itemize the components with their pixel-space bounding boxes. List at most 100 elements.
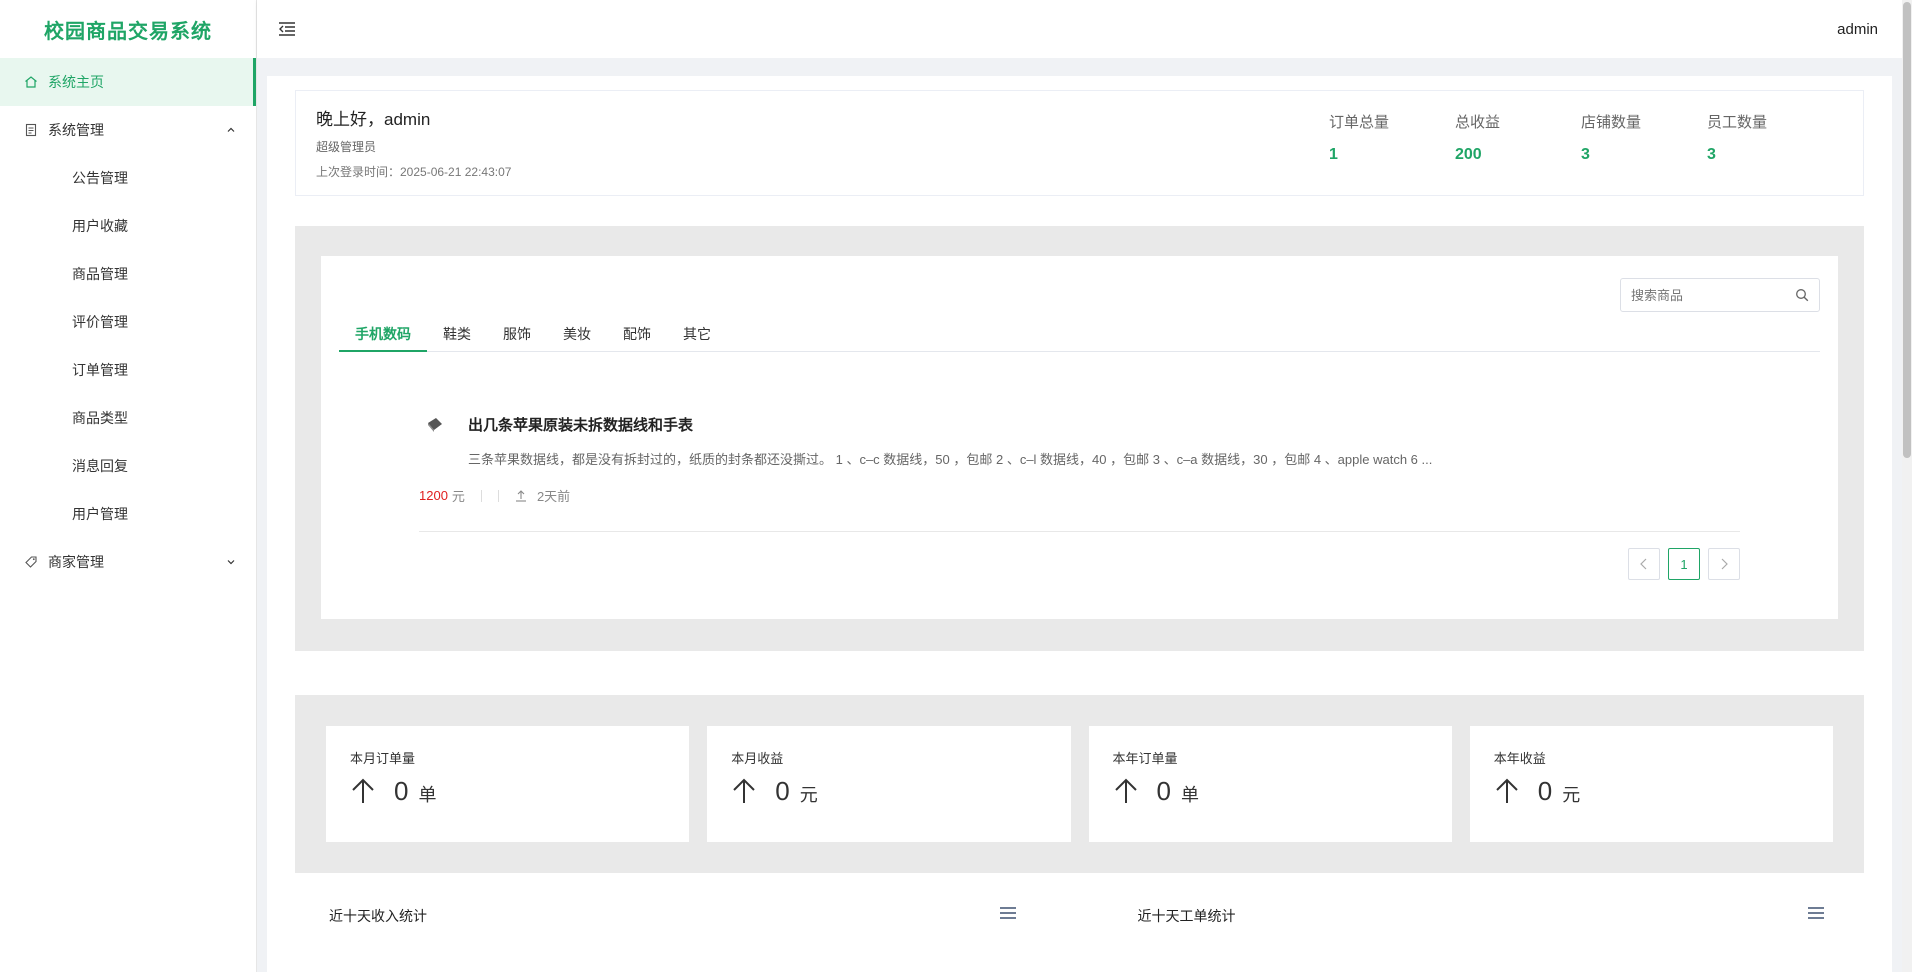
sidebar-item-label: 用户收藏 xyxy=(72,218,128,234)
divider xyxy=(497,489,499,502)
kpi-value: 0 xyxy=(394,775,409,806)
charts-section: 近十天收入统计 近十天工单统计 xyxy=(295,892,1864,972)
document-icon xyxy=(24,123,38,137)
category-tabs: 手机数码 鞋类 服饰 美妆 配饰 其它 xyxy=(339,316,1820,352)
stat-revenue: 总收益 200 xyxy=(1455,111,1581,164)
app-title: 校园商品交易系统 xyxy=(44,20,212,43)
chart-title: 近十天收入统计 xyxy=(329,908,427,924)
kpi-unit: 单 xyxy=(418,785,437,805)
stat-label: 总收益 xyxy=(1455,114,1501,131)
stat-orders: 订单总量 1 xyxy=(1329,111,1455,164)
sidebar-item-label: 商家管理 xyxy=(48,554,104,570)
stat-shops: 店铺数量 3 xyxy=(1581,111,1707,164)
collapse-menu-icon[interactable] xyxy=(277,19,297,39)
sidebar-item-home[interactable]: 系统主页 xyxy=(0,58,256,106)
time-label: 2天前 xyxy=(536,489,571,504)
system-submenu: 公告管理 用户收藏 商品管理 评价管理 订单管理 商品类型 消息回复 用户管理 xyxy=(0,154,256,538)
tab-digital[interactable]: 手机数码 xyxy=(339,316,427,352)
main-content: 晚上好，admin 超级管理员 上次登录时间：2025-06-21 22:43:… xyxy=(257,58,1902,972)
kpi-value: 0 xyxy=(1537,775,1553,806)
sidebar-item-label: 公告管理 xyxy=(72,170,128,186)
tab-other[interactable]: 其它 xyxy=(667,316,727,351)
product-thumbnail[interactable] xyxy=(425,414,445,434)
tab-shoes[interactable]: 鞋类 xyxy=(427,316,487,351)
sidebar-item-favorites[interactable]: 用户收藏 xyxy=(0,202,256,250)
welcome-card: 晚上好，admin 超级管理员 上次登录时间：2025-06-21 22:43:… xyxy=(295,90,1864,196)
search-box[interactable] xyxy=(1620,278,1820,312)
sidebar-item-messages[interactable]: 消息回复 xyxy=(0,442,256,490)
sidebar-item-label: 消息回复 xyxy=(72,458,128,474)
arrow-up-icon xyxy=(1494,777,1520,805)
stat-label: 店铺数量 xyxy=(1581,114,1642,131)
sidebar-item-label: 系统主页 xyxy=(48,74,104,90)
kpi-unit: 元 xyxy=(1562,785,1581,805)
sidebar-item-label: 系统管理 xyxy=(48,122,104,138)
stat-label: 员工数量 xyxy=(1707,114,1768,131)
sidebar-item-notice[interactable]: 公告管理 xyxy=(0,154,256,202)
upload-icon xyxy=(515,489,527,502)
chevron-down-icon xyxy=(226,554,236,570)
kpi-label: 本年收益 xyxy=(1493,751,1546,766)
product-list-item[interactable]: 出几条苹果原装未拆数据线和手表 三条苹果数据线，都是没有拆封过的，纸质的封条都还… xyxy=(419,414,1740,532)
sidebar: 校园商品交易系统 系统主页 系统管理 公告管理 用户收藏 商品管理 评价管理 订… xyxy=(0,0,257,972)
scrollbar-thumb[interactable] xyxy=(1903,2,1911,458)
home-icon xyxy=(24,75,38,89)
sidebar-item-goods-types[interactable]: 商品类型 xyxy=(0,394,256,442)
kpi-card-month-orders: 本月订单量 0 单 xyxy=(326,726,690,842)
kpi-section: 本月订单量 0 单 本月收益 0 元 本年订单量 0 单 本年收益 0 元 xyxy=(295,695,1864,873)
sidebar-item-label: 评价管理 xyxy=(72,314,128,330)
stat-value: 200 xyxy=(1455,146,1482,163)
goods-section: 手机数码 鞋类 服饰 美妆 配饰 其它 出几条苹果原装未拆数据线和手表 三条苹果… xyxy=(295,226,1864,651)
scrollbar[interactable] xyxy=(1902,0,1912,972)
product-time: 2天前 xyxy=(515,486,570,505)
divider xyxy=(480,489,482,502)
arrow-up-icon xyxy=(1113,777,1139,805)
kpi-label: 本月收益 xyxy=(731,751,784,766)
chevron-left-icon xyxy=(1640,558,1647,570)
prev-page-button[interactable] xyxy=(1628,548,1660,580)
kpi-card-month-revenue: 本月收益 0 元 xyxy=(707,726,1071,842)
search-icon[interactable] xyxy=(1794,287,1809,303)
stat-label: 订单总量 xyxy=(1329,114,1390,131)
stat-value: 1 xyxy=(1329,146,1338,163)
tab-beauty[interactable]: 美妆 xyxy=(547,316,607,351)
price-unit: 元 xyxy=(451,489,465,504)
arrow-up-icon xyxy=(731,777,757,805)
tab-clothing[interactable]: 服饰 xyxy=(487,316,547,351)
kpi-value: 0 xyxy=(775,775,790,806)
stat-staff: 员工数量 3 xyxy=(1707,111,1833,164)
sidebar-item-label: 订单管理 xyxy=(72,362,128,378)
kpi-card-year-orders: 本年订单量 0 单 xyxy=(1088,726,1452,842)
sidebar-item-system[interactable]: 系统管理 xyxy=(0,106,256,154)
kpi-card-year-revenue: 本年收益 0 元 xyxy=(1469,726,1833,842)
page-number-button[interactable]: 1 xyxy=(1668,548,1700,580)
product-title[interactable]: 出几条苹果原装未拆数据线和手表 xyxy=(468,414,693,435)
sidebar-item-reviews[interactable]: 评价管理 xyxy=(0,298,256,346)
arrow-up-icon xyxy=(350,777,376,805)
product-price: 1200 xyxy=(419,488,448,503)
top-header: admin xyxy=(257,0,1902,58)
goods-card: 手机数码 鞋类 服饰 美妆 配饰 其它 出几条苹果原装未拆数据线和手表 三条苹果… xyxy=(321,256,1838,619)
sidebar-item-users[interactable]: 用户管理 xyxy=(0,490,256,538)
product-meta: 1200 元 2天前 xyxy=(419,486,570,505)
next-page-button[interactable] xyxy=(1708,548,1740,580)
kpi-unit: 单 xyxy=(1180,785,1199,805)
kpi-value: 0 xyxy=(1156,775,1171,806)
sidebar-item-label: 商品类型 xyxy=(72,410,128,426)
sidebar-item-merchant[interactable]: 商家管理 xyxy=(0,538,256,586)
menu-icon[interactable] xyxy=(999,906,1016,925)
sidebar-item-orders[interactable]: 订单管理 xyxy=(0,346,256,394)
user-menu[interactable]: admin xyxy=(1837,21,1878,38)
dashboard-panel: 晚上好，admin 超级管理员 上次登录时间：2025-06-21 22:43:… xyxy=(267,76,1892,972)
menu-icon[interactable] xyxy=(1808,906,1824,925)
income-chart: 近十天收入统计 xyxy=(295,892,1056,972)
sidebar-item-goods[interactable]: 商品管理 xyxy=(0,250,256,298)
search-input[interactable] xyxy=(1631,287,1795,303)
stat-value: 3 xyxy=(1581,146,1590,163)
chevron-right-icon xyxy=(1721,558,1728,570)
kpi-unit: 元 xyxy=(799,785,818,805)
chevron-up-icon xyxy=(226,122,236,138)
chart-title: 近十天工单统计 xyxy=(1137,908,1236,924)
kpi-label: 本年订单量 xyxy=(1112,751,1178,766)
tab-accessories[interactable]: 配饰 xyxy=(607,316,667,351)
